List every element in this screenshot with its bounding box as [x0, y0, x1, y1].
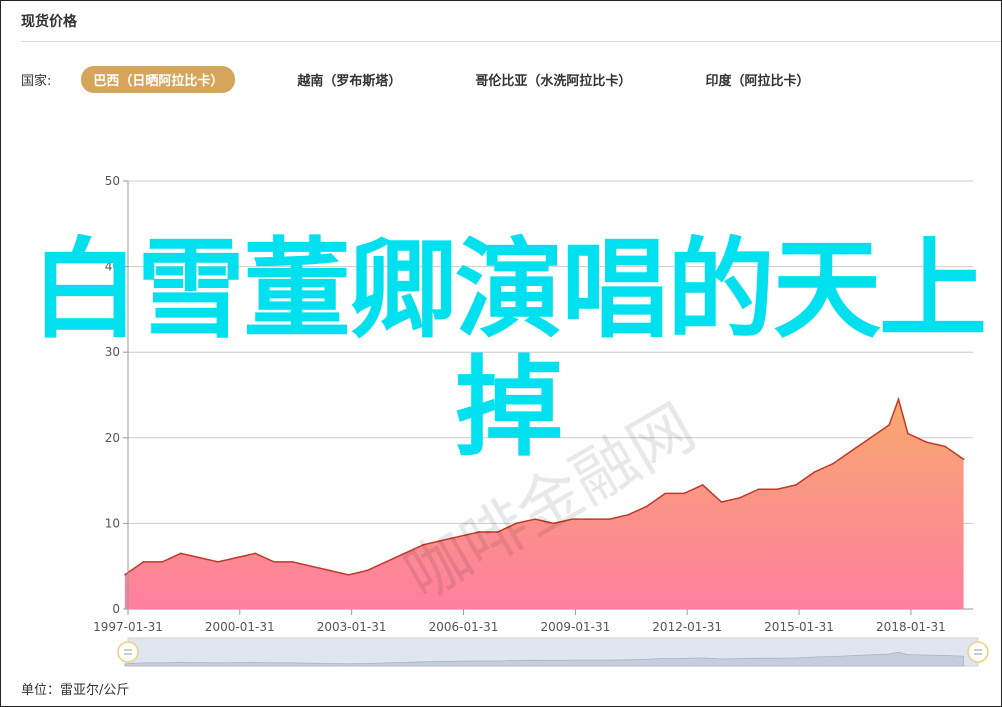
data-point — [329, 569, 331, 572]
data-point — [888, 424, 890, 426]
data-point — [739, 496, 741, 499]
country-option-brazil[interactable]: 巴西（日晒阿拉比卡） — [81, 65, 236, 93]
x-tick-label: 1997-01-31 — [93, 620, 163, 634]
data-point — [608, 518, 611, 520]
country-filter-label: 国家: — [21, 73, 52, 89]
data-point — [142, 561, 145, 563]
x-tick-label: 2003-01-31 — [317, 620, 387, 634]
data-point — [869, 437, 872, 439]
country-option-colombia[interactable]: 哥伦比亚（水洗阿拉比卡） — [463, 66, 643, 93]
header-divider — [21, 41, 1001, 42]
data-point — [161, 561, 163, 563]
data-point — [124, 573, 126, 576]
country-option-vietnam[interactable]: 越南（罗布斯塔） — [285, 66, 413, 93]
data-point — [664, 492, 667, 495]
y-tick-label: 40 — [105, 260, 120, 274]
data-point — [962, 458, 965, 461]
data-point — [944, 445, 946, 448]
data-point — [254, 552, 257, 555]
y-tick-label: 0 — [112, 602, 120, 616]
x-tick-label: 2015-01-31 — [764, 620, 834, 634]
data-point — [795, 484, 797, 486]
zoom-slider[interactable] — [117, 637, 989, 667]
x-tick-label: 2006-01-31 — [429, 620, 499, 634]
x-tick-label: 2009-01-31 — [541, 620, 611, 634]
panel: 现货价格 国家: 巴西（日晒阿拉比卡） 越南（罗布斯塔） 哥伦比亚（水洗阿拉比卡… — [0, 0, 1002, 707]
data-point — [925, 441, 928, 443]
panel-title: 现货价格 — [21, 14, 77, 30]
x-tick-label: 2012-01-31 — [652, 620, 722, 634]
y-tick-label: 10 — [105, 516, 120, 530]
data-point — [776, 488, 779, 490]
data-point — [217, 561, 219, 563]
unit-label: 单位：雷亚尔/公斤 — [21, 683, 130, 698]
x-tick-label: 2018-01-31 — [876, 620, 946, 634]
y-tick-label: 20 — [105, 431, 120, 445]
data-point — [235, 556, 238, 559]
country-option-india[interactable]: 印度（阿拉比卡） — [693, 66, 821, 93]
data-point — [757, 488, 760, 490]
data-point — [627, 514, 629, 516]
data-point — [385, 561, 387, 563]
price-chart: 咖啡金融网 0 10 20 30 40 50 1997-01-31 2000-01-31 200… — [1, 101, 1001, 701]
y-tick-label: 50 — [105, 174, 120, 188]
data-point — [347, 573, 350, 576]
chart-svg: 咖啡金融网 010203040501997-01-31 2000-01-31 200… — [93, 174, 989, 667]
zoom-handle-left[interactable] — [117, 641, 139, 663]
data-point — [813, 471, 816, 473]
data-point — [366, 569, 368, 572]
data-point — [273, 561, 275, 563]
data-point — [179, 552, 182, 555]
data-point — [683, 492, 685, 495]
data-point — [907, 432, 909, 435]
country-filter: 国家: 巴西（日晒阿拉比卡） 越南（罗布斯塔） 哥伦比亚（水洗阿拉比卡） 印度（… — [21, 65, 871, 93]
data-point — [897, 398, 900, 401]
data-point — [701, 484, 704, 486]
data-point — [720, 501, 723, 503]
data-point — [832, 462, 835, 465]
data-point — [851, 449, 853, 452]
data-point — [198, 556, 201, 559]
data-point — [310, 565, 313, 567]
data-point — [646, 505, 648, 508]
data-point — [291, 561, 294, 563]
x-tick-label: 2000-01-31 — [205, 620, 275, 634]
y-tick-label: 30 — [105, 345, 120, 359]
zoom-handle-right[interactable] — [967, 641, 989, 663]
